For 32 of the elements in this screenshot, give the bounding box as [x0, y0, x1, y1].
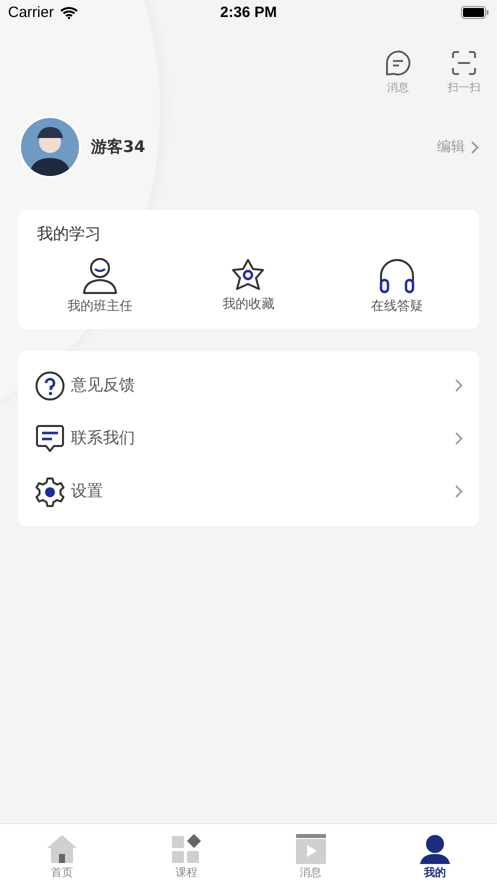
- menu-item[interactable]: 联系我们: [18, 412, 479, 465]
- user-name: 游客34: [91, 136, 146, 158]
- status-time: 2:36 PM: [220, 4, 277, 20]
- person-icon: [418, 834, 451, 864]
- learning-item[interactable]: 我的班主任: [26, 257, 174, 315]
- message-icon: [35, 424, 65, 452]
- star-icon: [230, 257, 266, 293]
- learning-item[interactable]: 我的收藏: [174, 257, 323, 315]
- tab-item[interactable]: 我的: [372, 824, 497, 883]
- chat-icon: [385, 50, 411, 76]
- chevron-icon: [455, 379, 463, 392]
- scan-icon: [451, 50, 477, 76]
- chevron-icon: [471, 140, 479, 154]
- home-icon: [46, 834, 78, 864]
- chevron-icon: [455, 432, 463, 445]
- settings-icon: [35, 476, 65, 506]
- person-icon: [82, 257, 118, 295]
- tab-item[interactable]: 首页: [0, 824, 124, 883]
- headphones-icon: [378, 257, 416, 295]
- video-icon: [294, 834, 327, 864]
- tab-item[interactable]: 课程: [124, 824, 248, 883]
- menu-item[interactable]: 意见反馈: [18, 359, 479, 412]
- learning-item[interactable]: 在线答疑: [322, 257, 471, 315]
- card-title: 我的学习: [36, 224, 102, 245]
- battery-icon: [461, 6, 489, 18]
- menu-item[interactable]: 设置: [18, 465, 479, 518]
- chevron-icon: [455, 485, 463, 498]
- grid-icon: [171, 834, 202, 864]
- wifi-icon: [60, 6, 78, 18]
- tab-item[interactable]: 消息: [248, 824, 373, 883]
- carrier-label: Carrier: [8, 4, 54, 20]
- help-icon: [35, 370, 65, 400]
